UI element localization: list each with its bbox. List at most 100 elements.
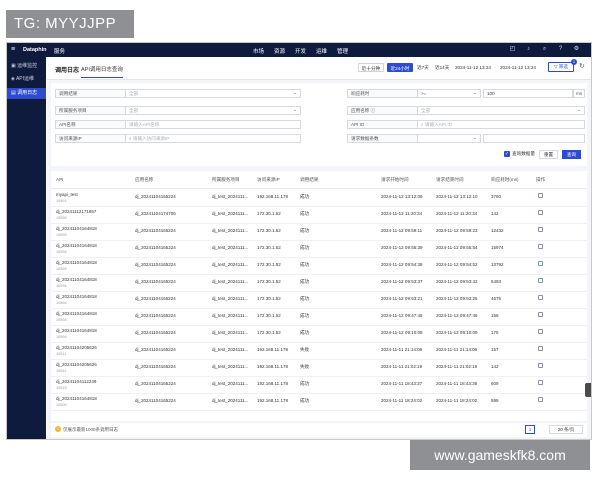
range-10min-button[interactable]: 近十分钟 [358,63,384,72]
table-row: dj_20241104205626 10511 dj_20241104165224 d… [51,359,587,377]
query-button[interactable]: 查询 [562,150,581,159]
overlay-label: TG: MYYJJPP [6,10,134,38]
sidebar-item-call-log[interactable]: ▤ 调用日志 [7,88,46,99]
page-size-select[interactable]: 20 条/页 [549,425,583,434]
sidebar-item-ops-monitor[interactable]: ▣ 运维监控 [7,61,46,72]
cell-start-time: 2024-11-12 09:10:08 [381,330,423,335]
cell-project: dj_test_2024111... [212,262,249,267]
query-data-volume-checkbox[interactable]: ✓ [504,151,510,157]
response-time-operator[interactable]: >= ⌄ [417,89,481,98]
sidebar-item-label: 调用日志 [17,90,38,96]
cell-source-ip: 192.168.11.178 [257,347,288,352]
log-table: API 应用名称 所属服务项目 访问来源IP 调用结果 请求开始时间 请求结束时… [51,171,587,421]
cell-result: 成功 [300,211,309,216]
project-label: 所属服务项目 [55,106,125,115]
help-icon[interactable]: ? [557,46,564,53]
tab-api-call-log[interactable]: API调用日志查询 [81,65,123,78]
cell-project: dj_test_2024111... [212,245,249,250]
chevron-down-icon: ⌄ [292,90,297,96]
api-name-input[interactable]: 请输入API名称 [125,120,301,129]
cell-api-name: dj_20241104164818 [56,311,97,316]
view-detail-icon[interactable] [538,261,543,266]
cell-duration: 157 [491,347,499,352]
cell-source-ip: 172.30.1.52 [257,262,281,267]
view-detail-icon[interactable] [538,380,543,385]
app-name-select[interactable]: 全部 ⌄ [417,106,585,115]
cell-api-id: 10594 [56,335,67,339]
settings-icon[interactable]: ⚙ [573,46,580,53]
app-name-label-text: 应用名称 [351,108,370,113]
cell-start-time: 2024-11-12 09:59:11 [381,228,423,233]
cell-app: dj_20241104165224 [135,313,176,318]
range-24h-button[interactable]: 近24小时 [387,63,413,72]
view-detail-icon[interactable] [538,295,543,300]
filter-button[interactable]: ▽ 筛选 [548,62,574,72]
cell-api-id: 10594 [56,233,67,237]
cell-project: dj_test_2024111... [212,347,249,352]
sidebar-item-api-ops[interactable]: ◈ API运维 [7,74,46,85]
cell-project: dj_test_2024111... [212,194,249,199]
table-row: dj_20241112171657 10595 dj_20241104174706 d… [51,206,587,224]
cell-start-time: 2024-11-12 09:55:39 [381,245,423,250]
view-detail-icon[interactable] [538,193,543,198]
project-select[interactable]: 全部 ⌄ [125,106,301,115]
view-detail-icon[interactable] [538,397,543,402]
cell-project: dj_test_2024111... [212,330,249,335]
nav-item-resource[interactable]: 资源 [274,47,285,55]
watermark-label: www.gameskfk8.com [410,440,590,470]
bell-icon[interactable]: ♪ [525,46,532,53]
nav-item-develop[interactable]: 开发 [295,47,306,55]
cell-end-time: 2024-11-12 09:53:42 [436,279,478,284]
menu-icon[interactable]: ≡ [11,46,15,53]
cell-source-ip: 192.168.11.178 [257,364,288,369]
cell-end-time: 2024-11-12 09:47:46 [436,313,478,318]
reset-button[interactable]: 重置 [539,150,558,159]
range-14d-button[interactable]: 近14天 [435,63,449,72]
view-detail-icon[interactable] [538,363,543,368]
cell-app: dj_20241104165224 [135,381,176,386]
call-result-select[interactable]: 全部 ⌄ [125,89,301,98]
nav-item-admin[interactable]: 管理 [337,47,348,55]
top-nav-bar: ≡ Dataphin 服务 市场 资源 开发 运维 管理 ◰ ♪ ⌕ ? ⚙ [7,43,591,57]
view-detail-icon[interactable] [538,346,543,351]
start-time-field[interactable]: 2024-11-12 13:24 [455,63,491,72]
sidebar-item-label: API运维 [15,76,35,82]
cell-start-time: 2024-11-11 18:24:02 [381,398,423,403]
view-detail-icon[interactable] [538,278,543,283]
api-id-input[interactable]: ⌕ 请输入API ID [417,120,585,129]
view-detail-icon[interactable] [538,312,543,317]
box-icon[interactable]: ◰ [509,46,516,53]
feedback-tab[interactable] [585,383,591,397]
record-count-operator[interactable]: ⌄ [417,134,481,143]
record-count-input[interactable] [483,134,585,143]
refresh-icon[interactable]: ↻ [579,63,585,71]
view-detail-icon[interactable] [538,227,543,232]
view-detail-icon[interactable] [538,329,543,334]
cell-api-id: 10595 [56,216,67,220]
nav-item-market[interactable]: 市场 [253,47,264,55]
cell-end-time: 2024-11-12 09:54:52 [436,262,478,267]
cell-duration: 142 [491,211,499,216]
cell-project: dj_test_2024111... [212,211,249,216]
end-time-field[interactable]: 2024-11-12 13:24 [500,63,536,72]
cell-app: dj_20241104174706 [135,211,176,216]
table-row: dj_20241104164818 10594 dj_20241104165224 d… [51,223,587,241]
source-ip-input[interactable]: ⌕ 请输入访问来源IP [125,134,301,143]
response-time-input[interactable]: 100 [483,89,573,98]
cell-duration: 142 [491,364,499,369]
cell-source-ip: 172.30.1.52 [257,279,281,284]
col-header-end: 请求结束时间 [436,177,464,182]
cell-api-id: 10594 [56,301,67,305]
view-detail-icon[interactable] [538,244,543,249]
cell-result: 成功 [300,313,309,318]
service-label[interactable]: 服务 [54,47,65,55]
nav-item-ops[interactable]: 运维 [316,47,327,55]
cell-result: 失败 [300,347,309,352]
search-icon[interactable]: ⌕ [541,46,548,53]
page-number-button[interactable]: 1 [525,425,535,434]
view-detail-icon[interactable] [538,210,543,215]
cell-project: dj_test_2024111... [212,228,249,233]
range-7d-button[interactable]: 近7天 [417,63,429,72]
cell-project: dj_test_2024111... [212,313,249,318]
cell-app: dj_20241104165224 [135,262,176,267]
